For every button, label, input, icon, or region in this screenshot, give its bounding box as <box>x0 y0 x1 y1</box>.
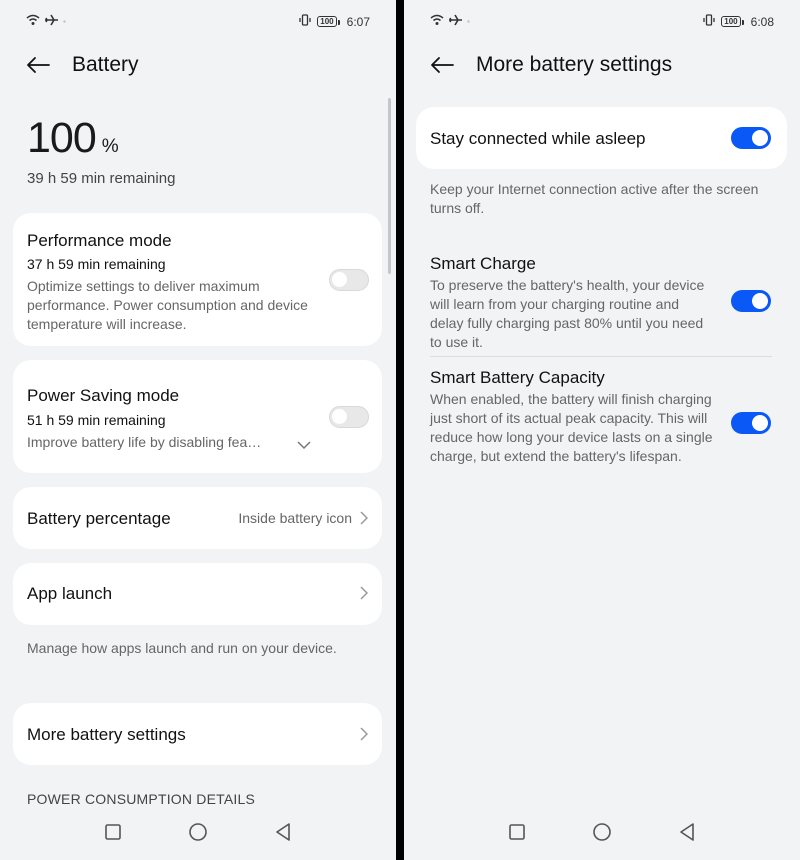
battery-percentage-label: Battery percentage <box>27 509 171 528</box>
signal-icon: ▪ <box>63 17 66 26</box>
smart-charge-row[interactable]: Smart Charge To preserve the battery's h… <box>430 254 775 350</box>
stay-connected-label: Stay connected while asleep <box>430 129 646 148</box>
toggle-knob <box>752 130 768 146</box>
airplane-icon <box>45 14 58 29</box>
performance-mode-description: Optimize settings to deliver maximum per… <box>27 278 308 332</box>
chevron-right-icon <box>360 727 369 746</box>
battery-percentage-row[interactable]: Battery percentage Inside battery icon <box>13 487 382 549</box>
back-nav-icon[interactable] <box>675 820 699 844</box>
recents-icon[interactable] <box>505 820 529 844</box>
toggle-knob <box>332 409 347 424</box>
stay-connected-caption: Keep your Internet connection active aft… <box>430 181 759 216</box>
divider <box>430 356 772 357</box>
power-saving-mode-toggle[interactable] <box>329 406 369 428</box>
performance-mode-title: Performance mode <box>27 231 172 250</box>
clock: 6:08 <box>750 14 774 29</box>
status-bar: ▪ 100 6:08 <box>404 12 800 32</box>
more-battery-settings-screen: ▪ 100 6:08 More battery settings Stay co… <box>404 0 800 860</box>
status-bar: ▪ 100 6:07 <box>0 12 396 32</box>
power-saving-mode-description: Improve battery life by disabling fea… <box>27 434 262 450</box>
remaining-time: 39 h 59 min remaining <box>27 170 176 187</box>
vibrate-icon <box>703 14 715 29</box>
chevron-down-icon[interactable] <box>297 437 311 455</box>
performance-mode-card[interactable]: Performance mode 37 h 59 min remaining O… <box>13 213 382 346</box>
recents-icon[interactable] <box>101 820 125 844</box>
signal-icon: ▪ <box>467 17 470 26</box>
stay-connected-row[interactable]: Stay connected while asleep <box>416 107 787 169</box>
power-saving-mode-card[interactable]: Power Saving mode 51 h 59 min remaining … <box>13 360 382 473</box>
stay-connected-toggle[interactable] <box>731 127 771 149</box>
power-saving-mode-title: Power Saving mode <box>27 386 180 405</box>
battery-icon: 100 <box>317 16 341 27</box>
battery-level-unit: % <box>101 136 119 157</box>
power-consumption-header: POWER CONSUMPTION DETAILS <box>27 791 255 807</box>
navigation-bar <box>0 808 396 860</box>
clock: 6:07 <box>346 14 370 29</box>
smart-battery-capacity-title: Smart Battery Capacity <box>430 368 605 387</box>
back-nav-icon[interactable] <box>271 820 295 844</box>
power-saving-mode-remaining: 51 h 59 min remaining <box>27 412 166 428</box>
toggle-knob <box>752 415 768 431</box>
back-arrow-icon[interactable] <box>26 52 52 78</box>
toggle-knob <box>752 293 768 309</box>
navigation-bar <box>404 808 800 860</box>
toggle-knob <box>332 272 347 287</box>
header: More battery settings <box>430 52 672 78</box>
chevron-right-icon <box>360 511 369 530</box>
smart-charge-toggle[interactable] <box>731 290 771 312</box>
wifi-icon <box>430 14 444 29</box>
smart-charge-description: To preserve the battery's health, your d… <box>430 277 705 350</box>
app-launch-row[interactable]: App launch <box>13 563 382 625</box>
page-title: Battery <box>72 53 139 76</box>
smart-battery-capacity-toggle[interactable] <box>731 412 771 434</box>
page-title: More battery settings <box>476 53 673 76</box>
battery-percentage-display: 100% <box>27 114 119 163</box>
smart-battery-capacity-row[interactable]: Smart Battery Capacity When enabled, the… <box>430 368 775 484</box>
performance-mode-remaining: 37 h 59 min remaining <box>27 256 166 272</box>
chevron-right-icon <box>360 586 369 605</box>
vibrate-icon <box>299 14 311 29</box>
header: Battery <box>26 52 139 78</box>
smart-charge-title: Smart Charge <box>430 254 536 273</box>
app-launch-caption: Manage how apps launch and run on your d… <box>27 640 337 656</box>
performance-mode-toggle[interactable] <box>329 269 369 291</box>
airplane-icon <box>449 14 462 29</box>
battery-icon: 100 <box>721 16 745 27</box>
home-icon[interactable] <box>186 820 210 844</box>
wifi-icon <box>26 14 40 29</box>
more-battery-settings-label: More battery settings <box>27 725 186 744</box>
smart-battery-capacity-description: When enabled, the battery will finish ch… <box>430 391 713 464</box>
back-arrow-icon[interactable] <box>430 52 456 78</box>
scrollbar[interactable] <box>388 98 391 274</box>
more-battery-settings-row[interactable]: More battery settings <box>13 703 382 765</box>
battery-level-value: 100 <box>27 114 97 162</box>
battery-percentage-value: Inside battery icon <box>238 510 352 526</box>
battery-screen: ▪ 100 6:07 Battery 100% 39 h 59 min rema… <box>0 0 396 860</box>
app-launch-label: App launch <box>27 584 113 603</box>
home-icon[interactable] <box>590 820 614 844</box>
